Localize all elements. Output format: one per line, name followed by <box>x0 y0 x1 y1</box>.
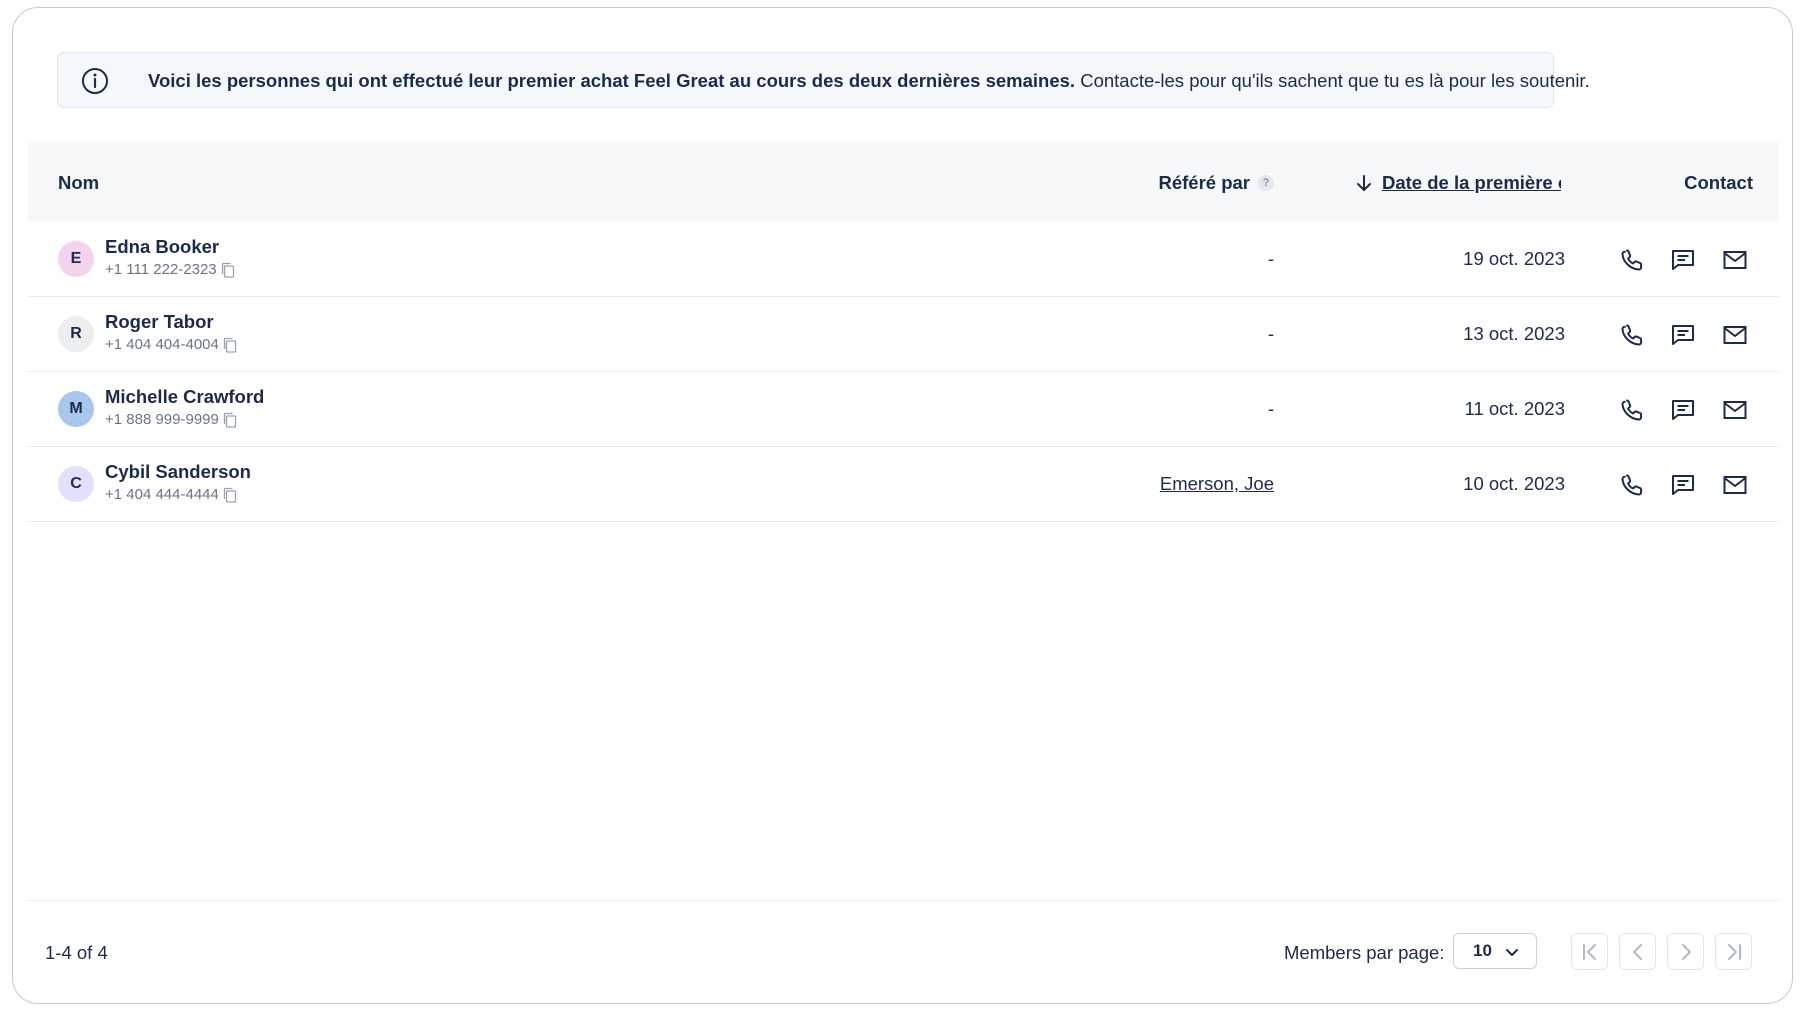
column-header-date-label: Date de la première commande <box>1382 172 1561 193</box>
message-icon <box>1672 250 1694 270</box>
banner-text: Voici les personnes qui ont effectué leu… <box>148 70 1590 92</box>
message-icon <box>1672 325 1694 345</box>
first-order-date: 13 oct. 2023 <box>1463 323 1565 344</box>
first-order-date: 19 oct. 2023 <box>1463 248 1565 269</box>
per-page-value: 10 <box>1473 941 1492 960</box>
member-phone: +1 404 404-4004 <box>105 336 237 353</box>
mail-icon <box>1723 326 1747 344</box>
email-button[interactable] <box>1721 396 1749 424</box>
table-header: Nom Référé par ? Date de la première com… <box>28 142 1779 222</box>
footer-divider <box>28 900 1779 901</box>
banner-secondary-text: Contacte-les pour qu'ils sachent que tu … <box>1080 70 1590 91</box>
member-name[interactable]: Edna Booker <box>105 236 219 258</box>
avatar: M <box>58 391 94 427</box>
avatar: C <box>58 466 94 502</box>
mail-icon <box>1723 476 1747 494</box>
mail-icon <box>1723 251 1747 269</box>
email-button[interactable] <box>1721 321 1749 349</box>
phone-number: +1 404 404-4004 <box>105 336 219 353</box>
last-page-icon <box>1727 943 1741 960</box>
email-button[interactable] <box>1721 246 1749 274</box>
call-button[interactable] <box>1618 396 1646 424</box>
call-button[interactable] <box>1618 246 1646 274</box>
call-button[interactable] <box>1618 321 1646 349</box>
phone-icon <box>1621 324 1643 346</box>
message-icon <box>1672 400 1694 420</box>
member-phone: +1 111 222-2323 <box>105 261 235 278</box>
message-button[interactable] <box>1669 321 1697 349</box>
chevron-left-icon <box>1632 943 1642 960</box>
table-row: R Roger Tabor +1 404 404-4004 - 13 oct. 2023 <box>28 297 1779 372</box>
phone-icon <box>1621 399 1643 421</box>
table-row: M Michelle Crawford +1 888 999-9999 - 11 oct… <box>28 372 1779 447</box>
pagination-range: 1-4 of 4 <box>45 942 108 963</box>
first-order-date: 11 oct. 2023 <box>1464 398 1565 419</box>
copy-icon[interactable] <box>221 262 235 278</box>
referred-by: - <box>1267 248 1274 269</box>
copy-icon[interactable] <box>223 412 237 428</box>
referred-by: - <box>1267 323 1274 344</box>
first-page-button[interactable] <box>1571 933 1608 970</box>
first-order-date: 10 oct. 2023 <box>1463 473 1565 494</box>
phone-icon <box>1621 474 1643 496</box>
per-page-select[interactable]: 10 <box>1453 933 1537 969</box>
info-icon <box>82 68 108 94</box>
call-button[interactable] <box>1618 471 1646 499</box>
phone-number: +1 404 444-4444 <box>105 486 219 503</box>
mail-icon <box>1723 401 1747 419</box>
message-button[interactable] <box>1669 246 1697 274</box>
first-page-icon <box>1582 943 1596 960</box>
avatar: R <box>58 316 94 352</box>
member-name[interactable]: Michelle Crawford <box>105 386 264 408</box>
sort-arrow-down-icon <box>1357 175 1371 191</box>
member-phone: +1 888 999-9999 <box>105 411 237 428</box>
referred-by: - <box>1267 398 1274 419</box>
column-header-date[interactable]: Date de la première commande <box>1354 172 1561 194</box>
banner-bold-text: Voici les personnes qui ont effectué leu… <box>148 70 1076 91</box>
column-header-name[interactable]: Nom <box>58 172 99 194</box>
phone-icon <box>1621 249 1643 271</box>
referred-by[interactable]: Emerson, Joe <box>1160 473 1274 495</box>
chevron-down-icon <box>1506 949 1518 956</box>
table-row: E Edna Booker +1 111 222-2323 - 19 oct. 2023 <box>28 222 1779 297</box>
message-button[interactable] <box>1669 471 1697 499</box>
per-page-label: Members par page: <box>1284 942 1445 963</box>
phone-number: +1 111 222-2323 <box>105 261 217 278</box>
last-page-button[interactable] <box>1715 933 1752 970</box>
previous-page-button[interactable] <box>1619 933 1656 970</box>
message-icon <box>1672 475 1694 495</box>
member-name[interactable]: Roger Tabor <box>105 311 214 333</box>
member-phone: +1 404 444-4444 <box>105 486 237 503</box>
info-banner: Voici les personnes qui ont effectué leu… <box>57 52 1590 108</box>
chevron-right-icon <box>1681 943 1691 960</box>
avatar: E <box>58 241 94 277</box>
copy-icon[interactable] <box>223 337 237 353</box>
next-page-button[interactable] <box>1667 933 1704 970</box>
copy-icon[interactable] <box>223 487 237 503</box>
column-header-contact: Contact <box>1684 172 1753 193</box>
message-button[interactable] <box>1669 396 1697 424</box>
help-icon[interactable]: ? <box>1258 175 1274 191</box>
phone-number: +1 888 999-9999 <box>105 411 219 428</box>
column-header-referred-by[interactable]: Référé par ? <box>1158 172 1274 194</box>
email-button[interactable] <box>1721 471 1749 499</box>
member-name[interactable]: Cybil Sanderson <box>105 461 251 483</box>
column-header-referred-by-label: Référé par <box>1158 172 1250 193</box>
table-row: C Cybil Sanderson +1 404 444-4444 Emerson, … <box>28 447 1779 522</box>
